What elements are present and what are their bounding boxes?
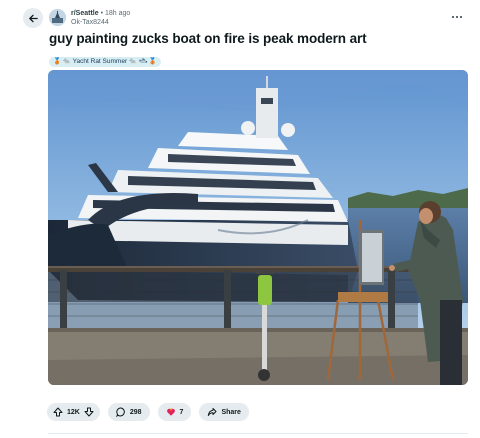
post-time: 18h ago [104, 10, 131, 17]
comments-button[interactable]: 298 [107, 403, 150, 421]
vote-count: 12K [67, 408, 80, 416]
post-actions: 12K 298 7 Share [47, 403, 249, 421]
award-button[interactable]: 7 [157, 403, 192, 421]
comment-bubble-icon [116, 407, 125, 417]
arrow-left-icon [28, 14, 38, 22]
back-button[interactable] [23, 8, 43, 28]
post-meta: r/Seattle • 18h ago Ok-Tax8244 [71, 9, 130, 27]
username-link[interactable]: Ok-Tax8244 [71, 18, 130, 27]
share-button[interactable]: Share [199, 403, 249, 421]
more-horizontal-icon [451, 15, 455, 19]
share-arrow-icon [208, 408, 217, 416]
comment-count: 298 [129, 408, 142, 416]
subreddit-avatar[interactable] [49, 9, 66, 26]
downvote-arrow-icon[interactable] [84, 407, 94, 417]
award-heart-icon [166, 408, 175, 416]
subreddit-link[interactable]: r/Seattle [71, 10, 99, 17]
post-flair[interactable]: 🥉 🐀 Yacht Rat Summer 🐀 🛥 🥉 [49, 57, 161, 67]
post-title[interactable]: guy painting zucks boat on fire is peak … [49, 31, 367, 46]
meta-separator: • [100, 10, 104, 17]
vote-pill: 12K [47, 403, 100, 421]
upvote-arrow-icon[interactable] [53, 407, 63, 417]
more-options-button[interactable] [450, 9, 464, 25]
post-image[interactable] [48, 70, 468, 385]
post-header: r/Seattle • 18h ago Ok-Tax8244 [0, 0, 480, 30]
divider [48, 433, 468, 434]
share-label: Share [221, 408, 241, 416]
award-count: 7 [179, 408, 184, 416]
